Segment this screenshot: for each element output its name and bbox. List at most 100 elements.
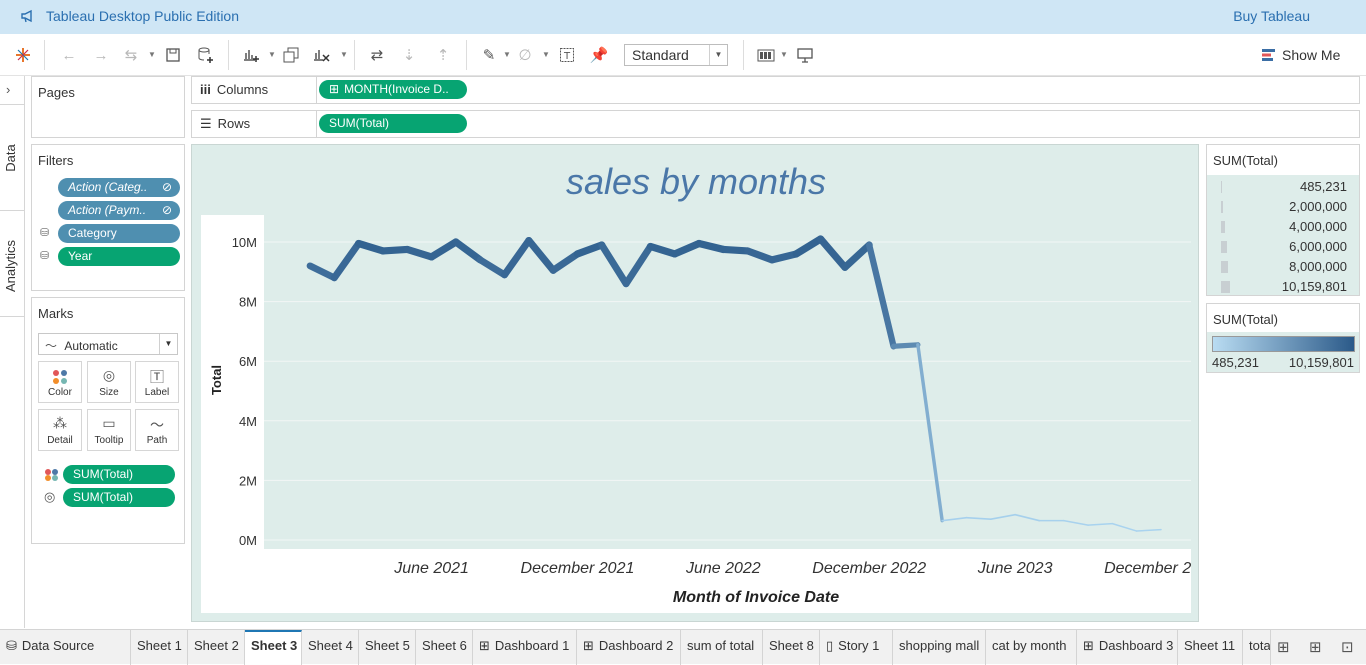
line-segment[interactable] <box>1014 513 1041 522</box>
line-segment[interactable] <box>792 235 825 258</box>
color-button[interactable]: Color <box>38 361 82 403</box>
line-segment[interactable] <box>500 236 533 279</box>
line-segment[interactable] <box>965 516 992 520</box>
tab-story-1[interactable]: ▯ Story 1 <box>820 630 893 665</box>
swap-rows-columns-icon[interactable]: ⇄ <box>366 44 388 66</box>
line-segment[interactable] <box>1111 522 1138 532</box>
line-segment[interactable] <box>817 235 849 271</box>
filter-pill-action-category[interactable]: Action (Categ.. ⊘ <box>58 178 180 197</box>
line-segment[interactable] <box>379 245 411 255</box>
expand-icon: ⊞ <box>329 82 340 96</box>
tab-truncated[interactable]: tota <box>1243 630 1271 665</box>
fit-dropdown[interactable]: Standard ▼ <box>624 44 728 66</box>
line-segment[interactable] <box>671 239 703 258</box>
line-segment[interactable] <box>1087 522 1114 526</box>
tab-sheet-4[interactable]: Sheet 4 <box>302 630 359 665</box>
label-button[interactable]: 🅃 Label <box>135 361 179 403</box>
line-segment[interactable] <box>452 238 484 264</box>
replay-icon[interactable]: ⇆ <box>120 44 142 66</box>
tab-dashboard-3[interactable]: ⊞ Dashboard 3 <box>1077 630 1178 665</box>
line-segment[interactable] <box>916 343 944 523</box>
line-segment[interactable] <box>941 516 968 522</box>
line-segment[interactable] <box>403 245 436 261</box>
line-segment[interactable] <box>646 242 679 258</box>
sort-ascending-icon[interactable]: ⇣ <box>398 44 420 66</box>
line-segment[interactable] <box>841 241 873 271</box>
columns-pill[interactable]: ⊞ MONTH(Invoice D.. <box>319 80 467 99</box>
line-segment[interactable] <box>989 513 1016 520</box>
duplicate-sheet-icon[interactable] <box>280 44 302 66</box>
clear-sheet-icon[interactable] <box>310 44 332 66</box>
tab-sheet-5[interactable]: Sheet 5 <box>359 630 416 665</box>
tooltip-button[interactable]: ▭ Tooltip <box>87 409 131 451</box>
color-legend-title: SUM(Total) <box>1213 312 1279 327</box>
tab-shopping-mall[interactable]: shopping mall <box>893 630 986 665</box>
mark-type-dropdown[interactable]: 〜 Automatic ▼ <box>38 333 178 355</box>
highlight-icon[interactable]: ✎ <box>478 44 500 66</box>
marks-pill-color[interactable]: SUM(Total) <box>63 465 175 484</box>
new-worksheet-icon[interactable] <box>240 44 262 66</box>
tab-sheet-3[interactable]: Sheet 3 <box>245 630 302 665</box>
line-segment[interactable] <box>622 243 654 288</box>
detail-button[interactable]: ⁂ Detail <box>38 409 82 451</box>
line-segment[interactable] <box>525 236 557 274</box>
new-dashboard-icon[interactable]: ⊞ <box>1309 638 1322 656</box>
line-chart[interactable]: 0M 2M 4M 6M 8M 10M Total June 2021 December 2021… <box>201 215 1191 613</box>
buy-tableau-link[interactable]: Buy Tableau <box>1233 8 1310 24</box>
data-tab[interactable]: Data <box>3 143 23 173</box>
analytics-tab[interactable]: Analytics <box>3 231 23 301</box>
filter-pill-category[interactable]: Category <box>58 224 180 243</box>
rows-shelf[interactable]: ☰ Rows SUM(Total) <box>191 110 1360 138</box>
sort-descending-icon[interactable]: ⇡ <box>432 44 454 66</box>
path-button[interactable]: 〜 Path <box>135 409 179 451</box>
columns-shelf[interactable]: iii Columns ⊞ MONTH(Invoice D.. <box>191 76 1360 104</box>
rows-pill[interactable]: SUM(Total) <box>319 114 467 133</box>
line-segment[interactable] <box>1135 528 1162 532</box>
collapse-chevron-icon[interactable]: › <box>6 82 10 97</box>
tab-sum-of-total[interactable]: sum of total <box>681 630 763 665</box>
tab-sheet-8[interactable]: Sheet 8 <box>763 630 820 665</box>
line-segment[interactable] <box>306 262 338 282</box>
tab-sheet-6[interactable]: Sheet 6 <box>416 630 473 665</box>
fix-axes-pin-icon[interactable]: 📌 <box>588 44 610 66</box>
group-members-icon[interactable]: ∅ <box>514 44 536 66</box>
show-cards-icon[interactable] <box>756 44 778 66</box>
line-segment[interactable] <box>330 239 363 282</box>
filter-pill-action-payment[interactable]: Action (Paym.. ⊘ <box>58 201 180 220</box>
new-data-source-icon[interactable] <box>194 44 216 66</box>
line-segment[interactable] <box>427 238 460 261</box>
line-segment[interactable] <box>890 342 921 349</box>
tab-sheet-2[interactable]: Sheet 2 <box>188 630 245 665</box>
show-mark-labels-icon[interactable]: T <box>556 44 578 66</box>
line-segment[interactable] <box>476 256 508 279</box>
tab-dashboard-2[interactable]: ⊞ Dashboard 2 <box>577 630 681 665</box>
line-segment[interactable] <box>598 241 630 288</box>
size-button[interactable]: ◎ Size <box>87 361 131 403</box>
tab-dashboard-1[interactable]: ⊞ Dashboard 1 <box>473 630 577 665</box>
presentation-mode-icon[interactable] <box>794 44 816 66</box>
line-segment[interactable] <box>866 241 897 350</box>
save-icon[interactable] <box>162 44 184 66</box>
tab-cat-by-month[interactable]: cat by month <box>986 630 1077 665</box>
redo-icon[interactable]: → <box>90 44 112 66</box>
line-segment[interactable] <box>573 241 606 258</box>
undo-icon[interactable]: ← <box>58 44 80 66</box>
line-segment[interactable] <box>1062 519 1089 526</box>
tab-sheet-11[interactable]: Sheet 11 <box>1178 630 1243 665</box>
line-segment[interactable] <box>768 250 800 264</box>
line-segment[interactable] <box>549 250 581 274</box>
tableau-logo-icon[interactable] <box>12 44 34 66</box>
tab-sheet-1[interactable]: Sheet 1 <box>131 630 188 665</box>
database-icon: ⛁ <box>6 638 17 653</box>
pages-card[interactable]: Pages <box>31 76 185 138</box>
line-segment[interactable] <box>695 239 727 254</box>
line-segment[interactable] <box>354 239 387 255</box>
show-me-button[interactable]: Show Me <box>1262 47 1340 63</box>
line-segment[interactable] <box>719 245 752 255</box>
filter-pill-year[interactable]: Year <box>58 247 180 266</box>
marks-pill-size[interactable]: SUM(Total) <box>63 488 175 507</box>
new-story-icon[interactable]: ⊡ <box>1341 638 1354 656</box>
line-segment[interactable] <box>744 247 776 264</box>
data-source-tab[interactable]: ⛁ Data Source <box>0 630 131 665</box>
new-worksheet-icon[interactable]: ⊞ <box>1277 638 1290 656</box>
